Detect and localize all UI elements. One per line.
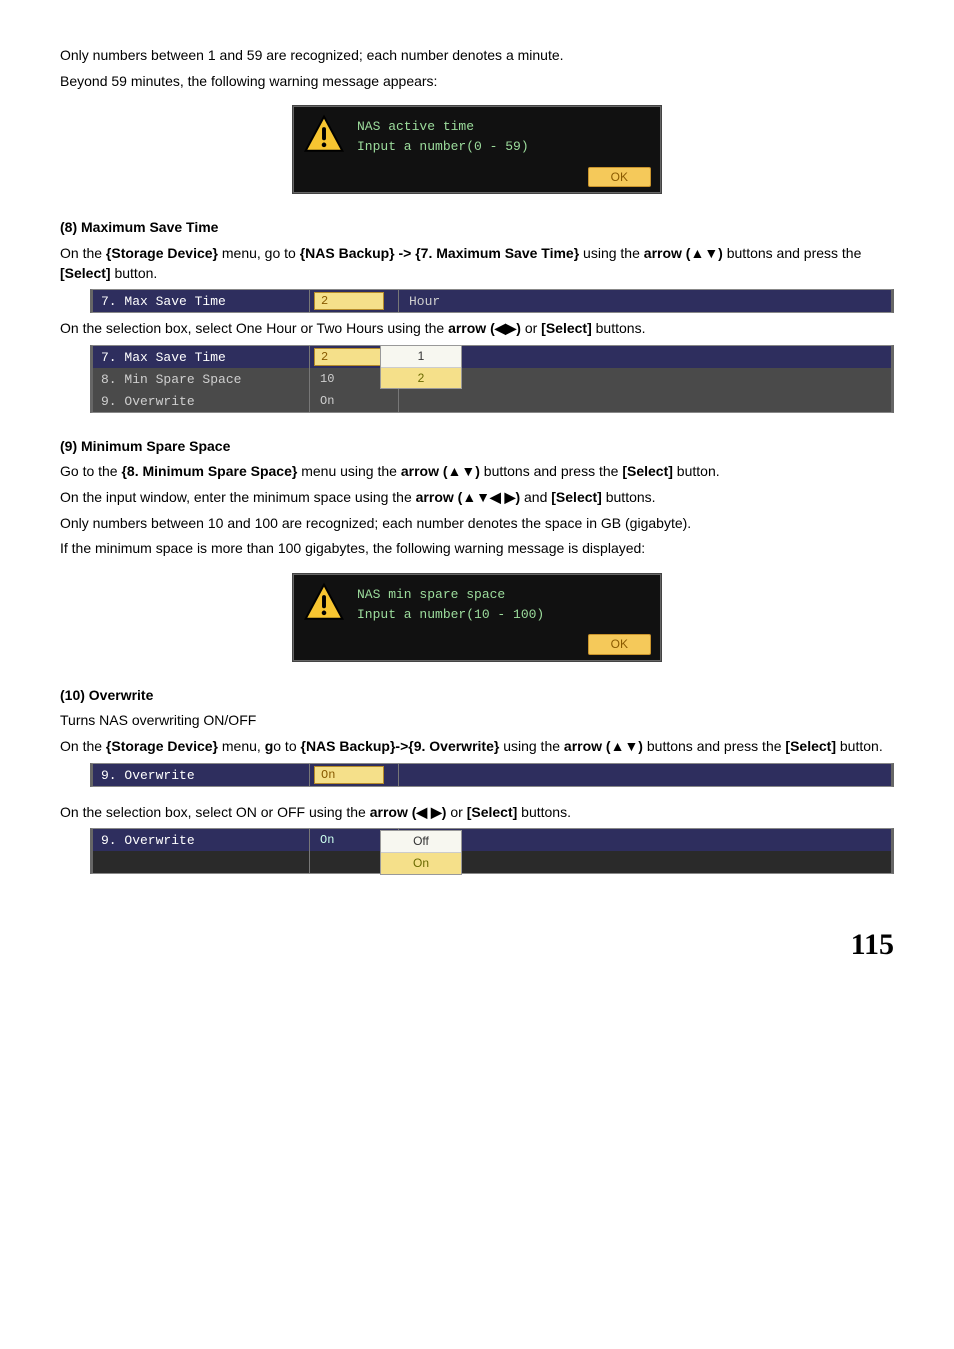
row8-label: 8. Min Spare Space [93, 368, 310, 390]
section8-p1: On the {Storage Device} menu, go to {NAS… [60, 244, 894, 283]
section10-p1: On the {Storage Device} menu, go to {NAS… [60, 737, 894, 757]
section9-heading: (9) Minimum Spare Space [60, 437, 894, 457]
section10-p2: On the selection box, select ON or OFF u… [60, 803, 894, 823]
overwrite-dropdown[interactable]: Off On [380, 830, 462, 875]
page-number: 115 [60, 924, 894, 966]
warning-dialog-active-time: NAS active time Input a number(0 - 59) O… [292, 105, 662, 194]
section8-p2: On the selection box, select One Hour or… [60, 319, 894, 339]
row-unit: Hour [399, 290, 891, 312]
dd-option-off[interactable]: Off [381, 831, 461, 853]
row9-value[interactable]: On [314, 393, 340, 409]
max-save-time-value[interactable]: 2 [314, 292, 384, 310]
ok-button[interactable]: OK [588, 167, 651, 188]
warning-icon [303, 114, 345, 156]
section9-p2: On the input window, enter the minimum s… [60, 488, 894, 508]
section10-sub: Turns NAS overwriting ON/OFF [60, 711, 894, 731]
dd-option-1[interactable]: 1 [381, 346, 461, 368]
dd-option-on[interactable]: On [381, 853, 461, 874]
nas-backup-menu: 7. Max Save Time 2 8. Min Spare Space 10… [90, 345, 894, 413]
dialog1-body: Input a number(0 - 59) [357, 138, 529, 156]
dialog2-title: NAS min spare space [357, 586, 544, 604]
row-label: 7. Max Save Time [93, 290, 310, 312]
overwrite2-value[interactable]: On [314, 832, 340, 848]
overwrite-value[interactable]: On [314, 766, 384, 784]
max-save-time-dropdown[interactable]: 1 2 [380, 345, 462, 390]
section10-heading: (10) Overwrite [60, 686, 894, 706]
ok-button[interactable]: OK [588, 634, 651, 655]
section8-heading: (8) Maximum Save Time [60, 218, 894, 238]
dialog2-body: Input a number(10 - 100) [357, 606, 544, 624]
warning-dialog-min-spare: NAS min spare space Input a number(10 - … [292, 573, 662, 662]
section9-p4: If the minimum space is more than 100 gi… [60, 539, 894, 559]
intro-line1: Only numbers between 1 and 59 are recogn… [60, 46, 894, 66]
row7-value[interactable]: 2 [314, 348, 384, 366]
row8-value[interactable]: 10 [314, 371, 340, 387]
intro-line2: Beyond 59 minutes, the following warning… [60, 72, 894, 92]
dialog1-title: NAS active time [357, 118, 529, 136]
warning-icon [303, 582, 345, 624]
dd-option-2[interactable]: 2 [381, 368, 461, 389]
section9-p3: Only numbers between 10 and 100 are reco… [60, 514, 894, 534]
section9-p1: Go to the {8. Minimum Spare Space} menu … [60, 462, 894, 482]
overwrite2-label: 9. Overwrite [93, 829, 310, 851]
overwrite-menu: 9. Overwrite On [90, 828, 894, 874]
overwrite-label: 9. Overwrite [93, 764, 310, 786]
row9-label: 9. Overwrite [93, 390, 310, 412]
max-save-time-row: 7. Max Save Time 2 Hour [90, 289, 894, 313]
overwrite-row: 9. Overwrite On [90, 763, 894, 787]
row7-label: 7. Max Save Time [93, 346, 310, 368]
